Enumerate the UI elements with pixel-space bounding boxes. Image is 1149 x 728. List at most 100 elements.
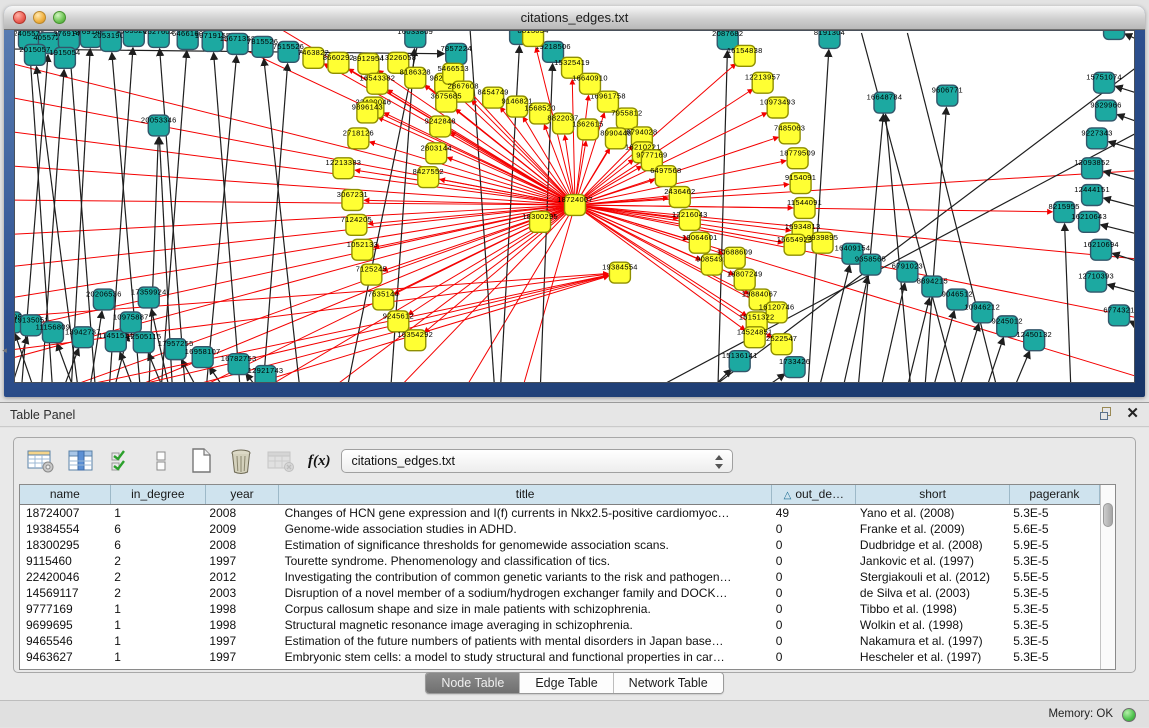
network-edge[interactable] [718, 51, 728, 382]
network-edge[interactable] [957, 324, 979, 382]
network-node[interactable]: 1052133 [347, 239, 378, 260]
network-node[interactable]: 6774321 [1103, 305, 1134, 326]
network-node[interactable]: 16154838 [727, 45, 763, 66]
network-edge[interactable] [1115, 86, 1134, 95]
network-edge[interactable] [15, 205, 575, 235]
network-node[interactable]: 7955812 [611, 108, 642, 129]
column-header-in_degree[interactable]: in_degree [110, 485, 205, 504]
memory-ok-icon[interactable] [1122, 708, 1136, 722]
network-node[interactable]: 1527602 [143, 31, 174, 47]
network-node[interactable]: 9358565 [855, 254, 886, 275]
network-node[interactable]: 3675685 [431, 91, 462, 112]
table-row[interactable]: 977716911998Corpus callosum shape and si… [20, 601, 1100, 617]
network-node[interactable]: 7124205 [341, 214, 372, 235]
network-edge[interactable] [15, 337, 27, 382]
tab-node-table[interactable]: Node Table [426, 673, 520, 693]
float-panel-icon[interactable] [1100, 407, 1114, 421]
network-node[interactable]: 20053346 [141, 115, 177, 136]
network-edge[interactable] [924, 108, 946, 382]
network-edge[interactable] [384, 113, 575, 205]
network-edge[interactable] [1108, 285, 1134, 295]
table-row[interactable]: 1456911722003Disruption of a novel membe… [20, 585, 1100, 601]
table-row[interactable]: 1872400712008Changes of HCN gene express… [20, 504, 1100, 521]
delete-table-button[interactable] [264, 445, 298, 477]
tab-edge-table[interactable]: Edge Table [520, 673, 613, 693]
network-edge[interactable] [1109, 142, 1134, 153]
panel-collapse-grip[interactable]: ◂ [0, 342, 9, 358]
network-node[interactable]: 12213383 [326, 158, 362, 179]
delete-column-button[interactable] [224, 445, 258, 477]
network-edge[interactable] [161, 51, 187, 382]
network-edge[interactable] [15, 61, 575, 205]
network-edge[interactable] [886, 114, 912, 382]
network-edge[interactable] [206, 56, 237, 382]
network-node[interactable]: 16033809 [397, 31, 433, 47]
network-edge[interactable] [15, 205, 575, 268]
network-edge[interactable] [15, 200, 575, 205]
table-row[interactable]: 1830029562008Estimation of significance … [20, 537, 1100, 553]
network-node[interactable]: 2522547 [766, 334, 797, 355]
network-node[interactable]: 19384554 [602, 262, 638, 283]
network-node[interactable]: 7857224 [441, 43, 472, 64]
network-node[interactable]: 7485063 [774, 123, 805, 144]
network-edge[interactable] [263, 64, 288, 382]
network-node[interactable]: 12505115 [126, 332, 161, 353]
network-node[interactable]: 9227343 [1081, 128, 1112, 149]
network-edge[interactable] [1104, 198, 1134, 209]
column-header-year[interactable]: year [205, 485, 278, 504]
scrollbar-thumb[interactable] [1103, 503, 1113, 527]
table-row[interactable]: 969969511998Structural magnetic resonanc… [20, 617, 1100, 633]
network-file-select[interactable]: citations_edges.txt [341, 449, 733, 473]
select-column-button[interactable] [64, 445, 98, 477]
table-row[interactable]: 946554611997Estimation of the future num… [20, 633, 1100, 649]
network-node[interactable]: 12093852 [1074, 158, 1110, 179]
network-node[interactable]: 9606771 [932, 85, 963, 106]
network-node[interactable]: 13942737 [65, 327, 101, 348]
network-node[interactable]: 1362615 [572, 119, 603, 140]
network-node[interactable]: 12213957 [745, 72, 781, 93]
select-all-button[interactable] [104, 445, 138, 477]
network-node[interactable]: 18779509 [780, 148, 816, 169]
network-node[interactable]: 10973493 [760, 97, 796, 118]
function-builder-button[interactable]: f(x) [308, 453, 331, 470]
column-header-title[interactable]: title [279, 485, 772, 504]
network-node[interactable]: 2015057 [19, 44, 50, 65]
network-edge[interactable] [1104, 171, 1134, 182]
column-header-out_degree[interactable]: △out_de… [772, 485, 856, 504]
table-settings-button[interactable] [24, 445, 58, 477]
network-node[interactable]: 15136141 [722, 351, 758, 372]
network-edge[interactable] [1130, 321, 1134, 329]
network-node[interactable]: 12710393 [1078, 271, 1114, 292]
table-row[interactable]: 946362711997Embryonic stem cells: a mode… [20, 649, 1100, 665]
network-node[interactable]: 18807249 [727, 269, 763, 290]
network-node[interactable]: 20206536 [86, 289, 122, 310]
network-node[interactable]: 2718126 [343, 128, 374, 149]
network-node[interactable]: 2803144 [421, 143, 452, 164]
network-node[interactable]: 16354292 [397, 330, 433, 351]
network-edge[interactable] [214, 53, 241, 382]
table-row[interactable]: 911546021997Tourette syndrome. Phenomeno… [20, 553, 1100, 569]
network-edge[interactable] [931, 311, 954, 382]
table-vertical-scrollbar[interactable] [1100, 485, 1115, 669]
network-edge[interactable] [818, 265, 850, 382]
network-node[interactable]: 9242848 [425, 116, 456, 137]
network-edge[interactable] [1125, 34, 1134, 43]
network-node[interactable]: 16648784 [867, 92, 903, 113]
network-node[interactable]: 9939895 [807, 232, 838, 253]
network-node[interactable]: 9896143 [352, 102, 383, 123]
column-header-short[interactable]: short [856, 485, 1009, 504]
network-node[interactable]: 12450132 [1016, 330, 1052, 351]
network-node[interactable]: 2436462 [664, 187, 695, 208]
network-node[interactable]: 3067231 [337, 190, 368, 211]
network-node[interactable]: 16210643 [1071, 211, 1107, 232]
network-edge[interactable] [575, 205, 1134, 379]
network-node[interactable]: 17359924 [131, 287, 167, 308]
network-edge[interactable] [755, 374, 785, 382]
network-edge[interactable] [1101, 225, 1134, 236]
unselect-all-button[interactable] [144, 445, 178, 477]
new-column-button[interactable] [184, 445, 218, 477]
network-node[interactable]: 9329966 [1090, 100, 1121, 121]
network-node[interactable]: 12921743 [248, 366, 284, 382]
close-panel-icon[interactable]: ✕ [1126, 407, 1139, 421]
column-header-pagerank[interactable]: pagerank [1009, 485, 1099, 504]
